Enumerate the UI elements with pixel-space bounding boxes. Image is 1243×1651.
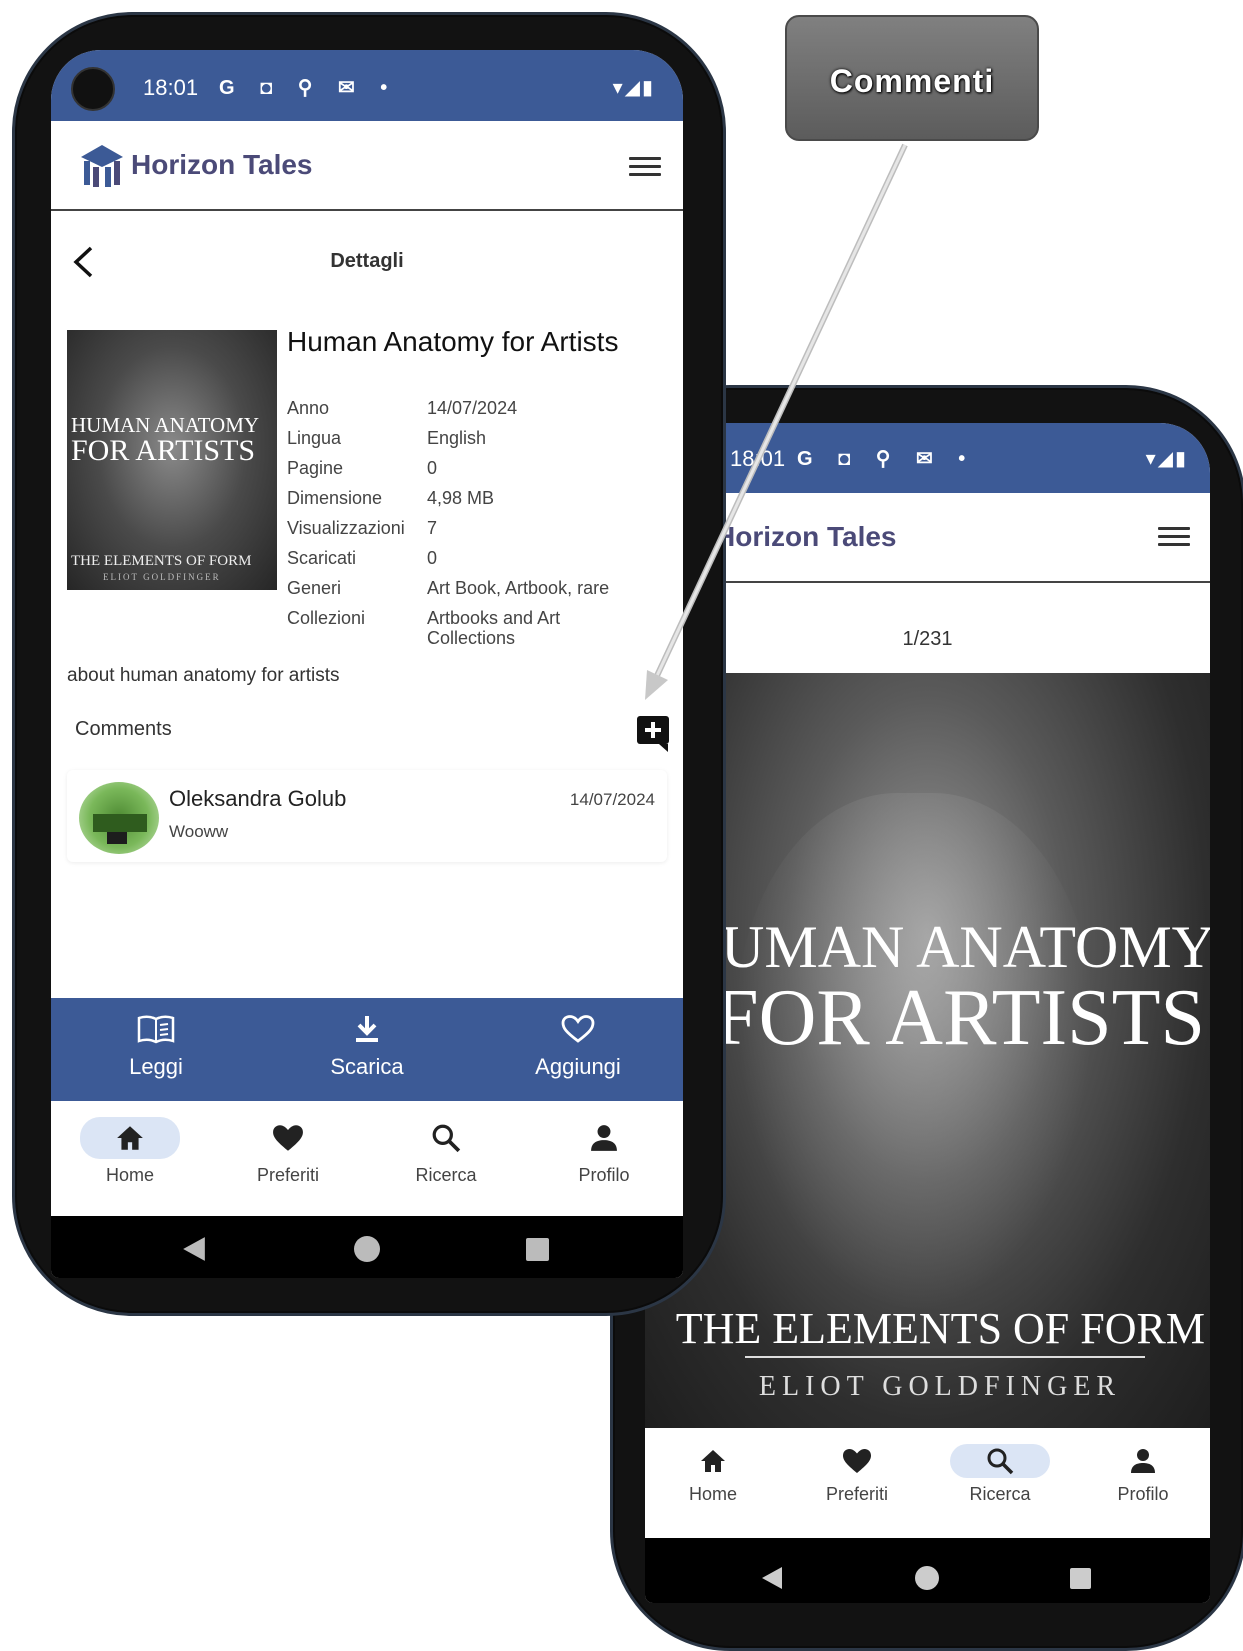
callout-arrow	[645, 143, 908, 700]
callout-label: Commenti	[785, 15, 1039, 141]
